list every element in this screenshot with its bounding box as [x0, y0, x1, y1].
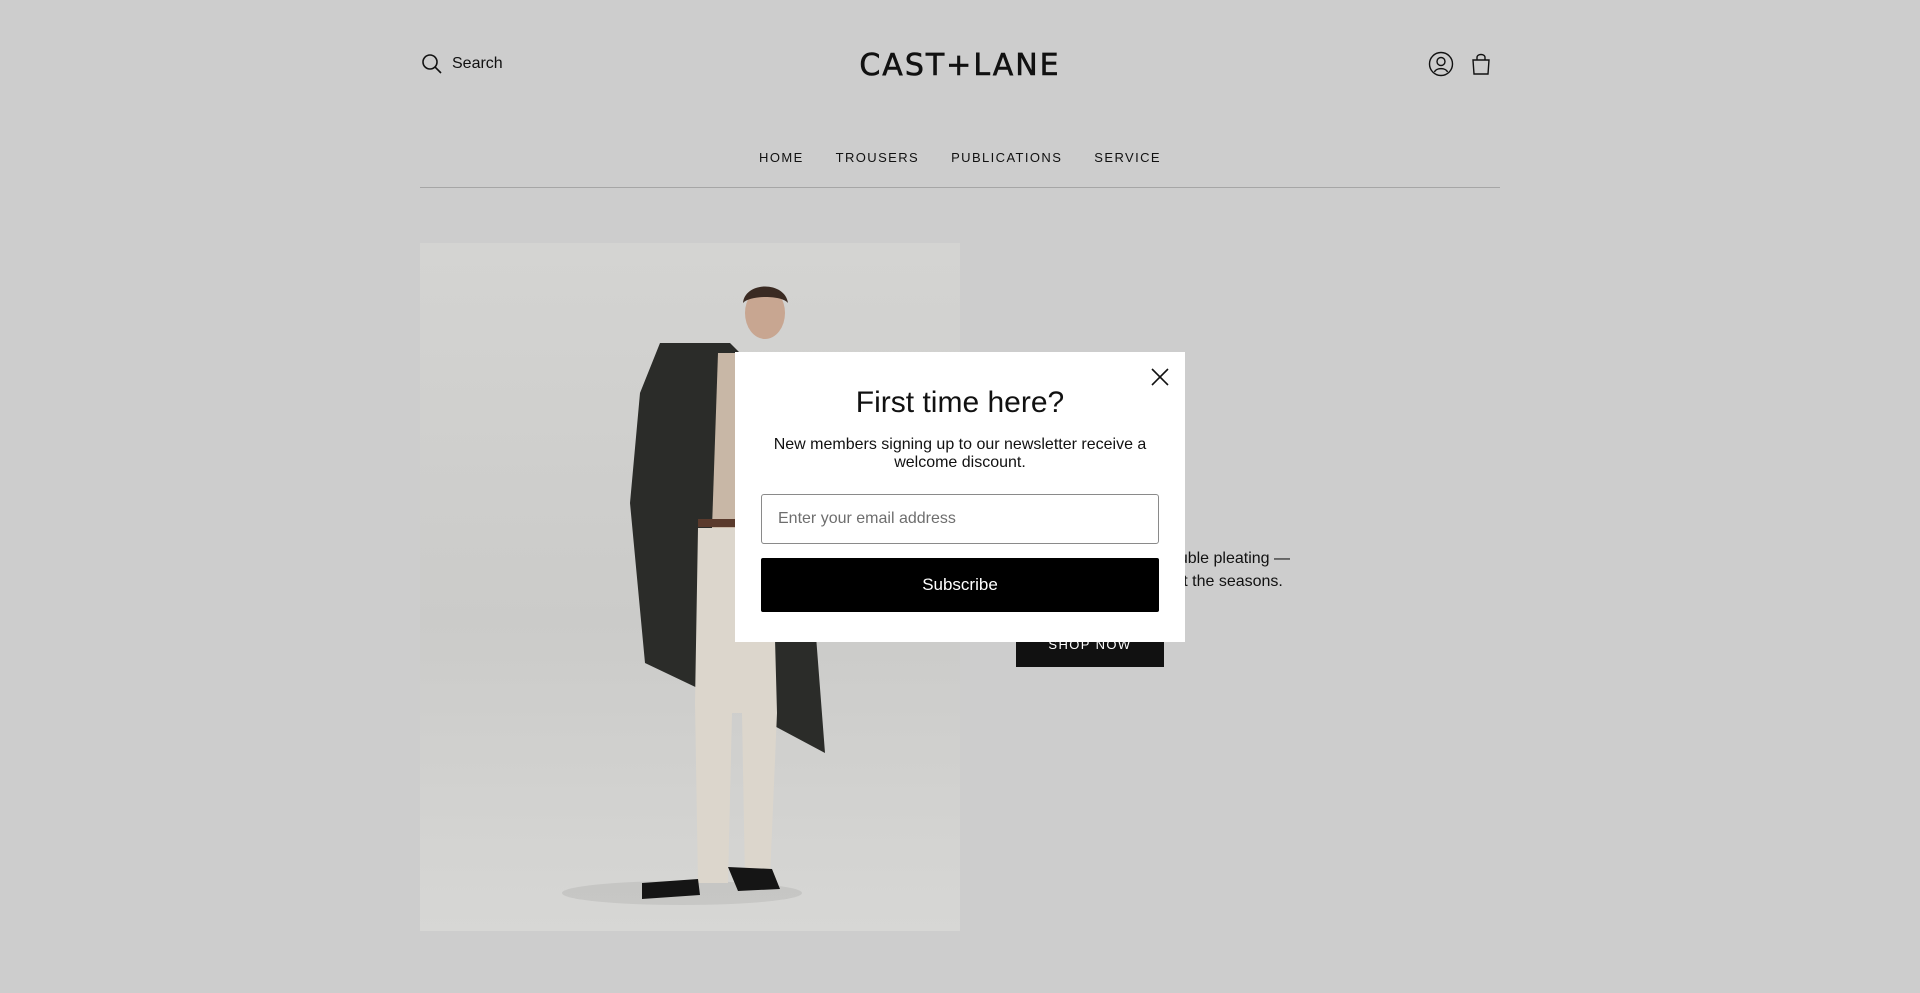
newsletter-popup: First time here? New members signing up …: [735, 352, 1185, 642]
logo-text: CAST+LANE: [859, 48, 1061, 84]
nav-item-trousers[interactable]: TROUSERS: [836, 150, 919, 165]
cart-bag-icon[interactable]: [1468, 51, 1494, 77]
account-icon[interactable]: [1428, 51, 1454, 77]
nav-item-service[interactable]: SERVICE: [1094, 150, 1161, 165]
popup-description: New members signing up to our newsletter…: [773, 436, 1147, 471]
site-header: Search CAST+LANE HOME TROUSERS PUBLICATI…: [420, 0, 1500, 188]
main-nav: HOME TROUSERS PUBLICATIONS SERVICE: [420, 150, 1500, 165]
nav-item-publications[interactable]: PUBLICATIONS: [951, 150, 1062, 165]
popup-title: First time here?: [855, 386, 1065, 419]
email-input[interactable]: [761, 494, 1159, 544]
subscribe-button[interactable]: Subscribe: [761, 558, 1159, 612]
close-icon[interactable]: [1149, 366, 1171, 388]
site-logo[interactable]: CAST+LANE: [420, 48, 1500, 84]
header-icons: [1428, 51, 1494, 77]
nav-item-home[interactable]: HOME: [759, 150, 804, 165]
